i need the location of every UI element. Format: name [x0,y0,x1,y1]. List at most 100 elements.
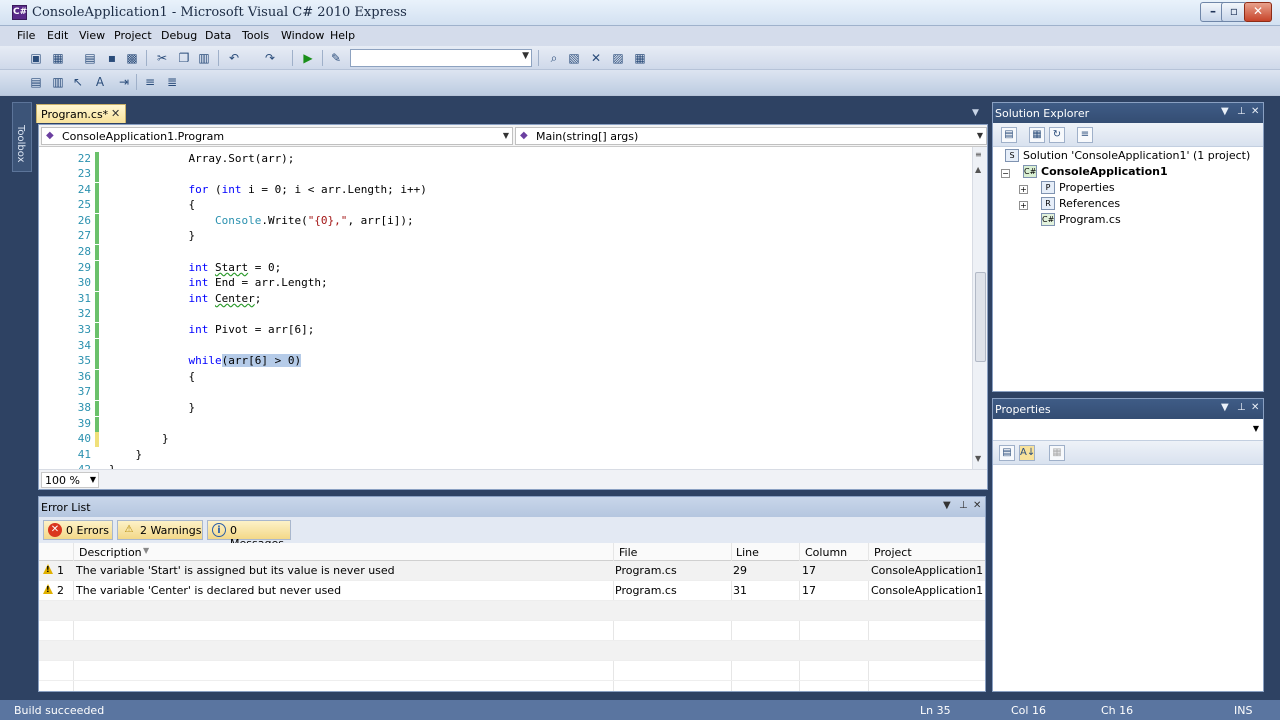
sort-icon: ▼ [143,546,150,555]
start-debugging-icon[interactable]: ▶ [300,50,316,66]
zoom-combo[interactable]: 100 % ▼ [41,472,99,488]
solution-explorer-toolbar: ▤ ▦ ↻ ≡ [993,123,1263,147]
new-project-icon[interactable]: ▣ [28,50,44,66]
member-combo[interactable]: ◆ Main(string[] args) ▼ [515,127,987,145]
member-combo-label: Main(string[] args) [536,130,639,143]
properties-icon[interactable]: ✕ [588,50,604,66]
window-position-icon[interactable]: ▼ [1221,402,1229,413]
active-files-dropdown-icon[interactable]: ▼ [972,108,979,118]
find-icon[interactable]: ⌕ [546,50,562,66]
tree-properties[interactable]: Properties [1059,181,1115,194]
error-row[interactable]: 1 The variable 'Start' is assigned but i… [39,561,985,581]
paste-icon[interactable]: ▥ [196,50,212,66]
refresh-icon[interactable]: ↻ [1049,127,1065,143]
menu-data[interactable]: Data [205,29,231,42]
code-line: 41 } [77,448,143,461]
messages-filter-button[interactable]: i 0 Messages [207,520,291,550]
code-editor[interactable]: ◆ ConsoleApplication1.Program ▼ ◆ Main(s… [38,124,988,490]
expand-icon[interactable]: + [1019,201,1028,210]
status-column: Col 16 [1011,704,1046,717]
parameter-info-icon[interactable]: ▥ [50,74,66,90]
expand-icon[interactable]: + [1019,185,1028,194]
save-all-icon[interactable]: ▩ [124,50,140,66]
extension-manager-icon[interactable]: ▦ [632,50,648,66]
properties-object-combo[interactable]: ▼ [993,419,1263,441]
solution-explorer-icon[interactable]: ▧ [566,50,582,66]
indent-icon[interactable]: ⇥ [116,74,132,90]
properties-toolbar: ▤ A↓ ▦ [993,441,1263,465]
panel-close-icon[interactable]: ✕ [973,500,981,511]
code-line: 27 } [77,229,196,244]
type-combo[interactable]: ◆ ConsoleApplication1.Program ▼ [41,127,513,145]
quick-info-icon[interactable]: ↖ [70,74,86,90]
menu-edit[interactable]: Edit [47,29,68,42]
toolbox-icon[interactable]: ▨ [610,50,626,66]
save-icon[interactable]: ▪ [104,50,120,66]
property-pages-icon[interactable]: ▦ [1049,445,1065,461]
alphabetical-icon[interactable]: A↓ [1019,445,1035,461]
editor-vertical-scrollbar[interactable]: ≡ ▲ ▼ [972,147,987,469]
window-position-icon[interactable]: ▼ [943,500,951,511]
scroll-up-icon[interactable]: ▲ [975,165,981,174]
error-table-header: Description ▼ File Line Column Project [39,543,985,691]
collapse-icon[interactable]: − [1001,169,1010,178]
split-handle-icon[interactable]: ≡ [975,150,982,159]
errors-filter-button[interactable]: ✕ 0 Errors [43,520,113,540]
menu-help[interactable]: Help [330,29,355,42]
show-all-files-icon[interactable]: ▦ [1029,127,1045,143]
status-line: Ln 35 [920,704,951,717]
scroll-down-icon[interactable]: ▼ [975,454,981,463]
menu-file[interactable]: File [17,29,35,42]
tree-solution[interactable]: Solution 'ConsoleApplication1' (1 projec… [1023,149,1250,162]
auto-hide-pin-icon[interactable]: ⊥ [1237,106,1246,117]
copy-icon[interactable]: ❐ [176,50,192,66]
redo-icon[interactable]: ↷ [262,50,278,66]
editor-horizontal-bar: 100 % ▼ [39,469,987,489]
code-area[interactable]: 22 Array.Sort(arr); 23 24 for (int i = 0… [39,147,973,469]
tab-program-cs[interactable]: Program.cs* ✕ [36,104,126,123]
add-item-icon[interactable]: ▦ [50,50,66,66]
method-icon: ◆ [520,130,528,141]
view-code-icon[interactable]: ≡ [1077,127,1093,143]
panel-close-icon[interactable]: ✕ [1251,402,1259,413]
code-line: 39 [39,404,973,432]
col-description[interactable]: Description [79,546,142,559]
code-line: 40 } [77,432,169,447]
properties-tool-icon[interactable]: ▤ [1001,127,1017,143]
menu-project[interactable]: Project [114,29,152,42]
error-filters: ✕ 0 Errors ⚠ 2 Warnings i 0 Messages [39,517,985,550]
find-in-files-icon[interactable]: ✎ [328,50,344,66]
cut-icon[interactable]: ✂ [154,50,170,66]
panel-close-icon[interactable]: ✕ [1251,106,1259,117]
tree-project[interactable]: ConsoleApplication1 [1041,165,1168,178]
object-members-icon[interactable]: ▤ [28,74,44,90]
warnings-filter-button[interactable]: ⚠ 2 Warnings [117,520,203,540]
auto-hide-pin-icon[interactable]: ⊥ [959,500,968,511]
window-position-icon[interactable]: ▼ [1221,106,1229,117]
close-button[interactable]: ✕ [1244,2,1272,22]
error-row[interactable]: 2 The variable 'Center' is declared but … [39,581,985,601]
auto-hide-pin-icon[interactable]: ⊥ [1237,402,1246,413]
menu-window[interactable]: Window [281,29,324,42]
tree-references[interactable]: References [1059,197,1120,210]
categorized-icon[interactable]: ▤ [999,445,1015,461]
uncomment-icon[interactable]: ≣ [164,74,180,90]
col-file[interactable]: File [619,546,637,559]
scroll-thumb[interactable] [975,272,986,362]
col-project[interactable]: Project [874,546,912,559]
menu-view[interactable]: View [79,29,105,42]
menu-tools[interactable]: Tools [242,29,269,42]
toolbox-tab[interactable]: Toolbox [12,102,32,172]
tab-close-icon[interactable]: ✕ [111,107,120,120]
col-line[interactable]: Line [736,546,759,559]
comment-icon[interactable]: ≡ [142,74,158,90]
col-column[interactable]: Column [805,546,847,559]
error-icon: ✕ [48,523,62,537]
class-icon: ◆ [46,130,54,141]
complete-word-icon[interactable]: A [92,74,108,90]
open-file-icon[interactable]: ▤ [82,50,98,66]
menu-debug[interactable]: Debug [161,29,197,42]
tree-program-cs[interactable]: Program.cs [1059,213,1121,226]
find-combo[interactable]: ▼ [350,49,532,67]
undo-icon[interactable]: ↶ [226,50,242,66]
